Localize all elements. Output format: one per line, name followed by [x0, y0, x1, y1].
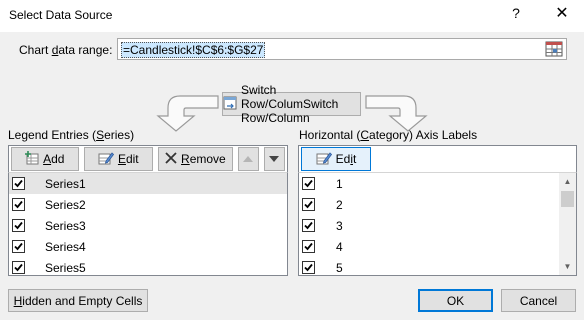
label-part: emove: [189, 152, 226, 166]
category-checkbox[interactable]: [302, 261, 315, 274]
axis-labels-list: 1 2 3 4 5 ▲ ▼: [298, 172, 577, 276]
label-part: ata range:: [58, 43, 113, 57]
category-row[interactable]: 1: [299, 173, 576, 194]
category-label: 5: [336, 260, 343, 275]
add-series-button[interactable]: Add: [11, 147, 79, 171]
label-part: Legend Entries (: [8, 128, 97, 142]
label-part: Chart: [19, 43, 52, 57]
chart-data-range-value: =Candlestick!$C$6:$G$27: [121, 42, 266, 58]
category-label: 3: [336, 218, 343, 233]
move-up-button[interactable]: [237, 147, 259, 171]
scroll-down-icon[interactable]: ▼: [559, 258, 576, 275]
vertical-scrollbar[interactable]: ▲ ▼: [559, 173, 576, 275]
legend-toolbar: Add Edit Remove: [8, 145, 288, 172]
hidden-cells-label: Hidden and Empty Cells: [14, 294, 143, 308]
label-part: idden and Empty Cells: [22, 293, 143, 308]
chart-data-range-label: Chart data range:: [19, 43, 112, 57]
category-label: 2: [336, 197, 343, 212]
category-row[interactable]: 2: [299, 194, 576, 215]
edit-series-button[interactable]: Edit: [83, 147, 154, 171]
series-row[interactable]: Series5: [9, 257, 287, 275]
chart-data-range-input[interactable]: =Candlestick!$C$6:$G$27: [117, 38, 567, 60]
series-checkbox[interactable]: [12, 240, 25, 253]
ok-button[interactable]: OK: [418, 289, 493, 312]
series-label: Series4: [45, 239, 86, 254]
label-part: eries): [104, 128, 135, 142]
label-accel: A: [43, 152, 52, 166]
legend-entries-label: Legend Entries (Series): [8, 128, 134, 142]
series-label: Series5: [45, 260, 86, 275]
axis-toolbar: Edit: [298, 145, 577, 172]
label-part: Switch Row/Colum: [241, 83, 304, 111]
switch-row-column-button[interactable]: Switch Row/ColumSwitch Row/Column: [222, 83, 361, 125]
category-row[interactable]: 5: [299, 257, 576, 275]
label-part: Ed: [335, 152, 351, 166]
category-label: 4: [336, 239, 343, 254]
switch-row-column-icon: [223, 96, 237, 113]
series-checkbox[interactable]: [12, 198, 25, 211]
series-checkbox[interactable]: [12, 177, 25, 190]
label-accel: E: [117, 152, 126, 166]
scroll-thumb[interactable]: [561, 191, 574, 207]
right-curved-arrow-icon: [365, 95, 428, 132]
label-accel: S: [96, 128, 105, 142]
left-curved-arrow-icon: [156, 95, 219, 132]
edit-icon: [98, 151, 114, 168]
remove-label: Remove: [181, 152, 226, 166]
cancel-button[interactable]: Cancel: [501, 289, 576, 312]
series-row[interactable]: Series1: [9, 173, 287, 194]
label-part: ategory) Axis Labels: [369, 128, 478, 142]
category-checkbox[interactable]: [302, 177, 315, 190]
edit-icon: [316, 151, 332, 168]
scroll-up-icon[interactable]: ▲: [559, 173, 576, 190]
label-part: dit: [125, 152, 139, 166]
label-accel: R: [181, 152, 190, 166]
hidden-and-empty-cells-button[interactable]: Hidden and Empty Cells: [8, 289, 148, 312]
label-accel: H: [13, 293, 23, 308]
close-button[interactable]: ✕: [550, 2, 574, 26]
move-up-icon: [243, 152, 254, 166]
remove-icon: [165, 151, 177, 167]
category-row[interactable]: 4: [299, 236, 576, 257]
label-accel: C: [360, 128, 370, 142]
label-part: dd: [51, 152, 65, 166]
range-picker-icon[interactable]: [544, 40, 564, 58]
switch-row-column-label: Switch Row/ColumSwitch Row/Column: [241, 83, 360, 125]
series-row[interactable]: Series3: [9, 215, 287, 236]
category-checkbox[interactable]: [302, 198, 315, 211]
series-row[interactable]: Series4: [9, 236, 287, 257]
remove-series-button[interactable]: Remove: [158, 147, 233, 171]
label-part: Horizontal (: [299, 128, 361, 142]
series-label: Series2: [45, 197, 86, 212]
label-part: t: [353, 152, 357, 166]
category-label: 1: [336, 176, 343, 191]
series-row[interactable]: Series2: [9, 194, 287, 215]
series-label: Series3: [45, 218, 86, 233]
move-down-button[interactable]: [263, 147, 285, 171]
category-checkbox[interactable]: [302, 219, 315, 232]
series-checkbox[interactable]: [12, 219, 25, 232]
help-button[interactable]: ?: [506, 2, 526, 24]
edit-label: Edit: [118, 152, 139, 166]
category-checkbox[interactable]: [302, 240, 315, 253]
series-label: Series1: [45, 176, 86, 191]
move-down-icon: [269, 152, 280, 166]
add-icon: [25, 150, 39, 168]
add-label: Add: [43, 152, 64, 166]
category-row[interactable]: 3: [299, 215, 576, 236]
dialog-title: Select Data Source: [9, 8, 113, 22]
legend-entries-list: Series1 Series2 Series3 Series4 Series5: [8, 172, 288, 276]
axis-labels-label: Horizontal (Category) Axis Labels: [299, 128, 477, 142]
edit-label: Edit: [336, 152, 357, 166]
series-checkbox[interactable]: [12, 261, 25, 274]
edit-axis-labels-button[interactable]: Edit: [301, 147, 371, 171]
